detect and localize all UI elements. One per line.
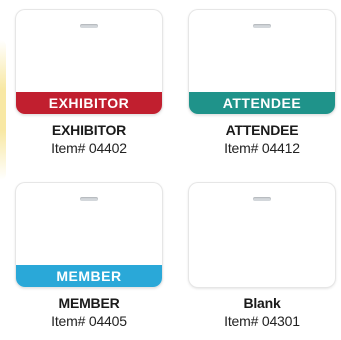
product-card-blank[interactable]: Blank Item# 04301	[189, 183, 335, 330]
badge-band-member: MEMBER	[16, 265, 162, 287]
badge-holder-image[interactable]	[189, 183, 335, 287]
lanyard-slot	[253, 197, 271, 201]
badge-holder-image[interactable]: ATTENDEE	[189, 10, 335, 114]
product-item-number: Item# 04405	[51, 313, 127, 329]
product-name[interactable]: MEMBER	[16, 295, 162, 312]
badge-band-exhibitor: EXHIBITOR	[16, 92, 162, 114]
product-item-number: Item# 04301	[224, 313, 300, 329]
badge-holder-image[interactable]: MEMBER	[16, 183, 162, 287]
badge-band-attendee: ATTENDEE	[189, 92, 335, 114]
product-name[interactable]: Blank	[189, 295, 335, 312]
product-card-attendee[interactable]: ATTENDEE ATTENDEE Item# 04412	[189, 10, 335, 157]
product-name[interactable]: EXHIBITOR	[16, 122, 162, 139]
product-name[interactable]: ATTENDEE	[189, 122, 335, 139]
product-card-exhibitor[interactable]: EXHIBITOR EXHIBITOR Item# 04402	[16, 10, 162, 157]
decorative-swoosh	[0, 40, 6, 180]
product-item-number: Item# 04412	[224, 140, 300, 156]
lanyard-slot	[80, 24, 98, 28]
product-item-number: Item# 04402	[51, 140, 127, 156]
badge-holder-image[interactable]: EXHIBITOR	[16, 10, 162, 114]
product-card-member[interactable]: MEMBER MEMBER Item# 04405	[16, 183, 162, 330]
lanyard-slot	[253, 24, 271, 28]
lanyard-slot	[80, 197, 98, 201]
